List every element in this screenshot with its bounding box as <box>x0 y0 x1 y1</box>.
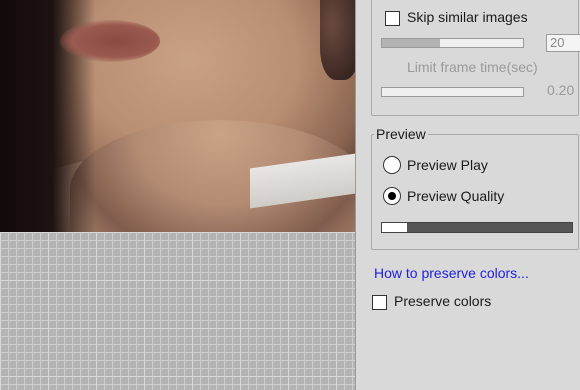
how-to-preserve-colors-link[interactable]: How to preserve colors... <box>374 265 529 281</box>
similarity-slider-fill <box>382 39 440 47</box>
preserve-colors-checkbox[interactable] <box>372 295 387 310</box>
preview-quality-label: Preview Quality <box>407 188 505 204</box>
preview-quality-slider[interactable] <box>381 222 573 233</box>
preview-quality-radio[interactable] <box>383 187 401 205</box>
preview-play-label: Preview Play <box>407 157 488 173</box>
transparency-grid <box>0 232 355 390</box>
options-panel: Skip similar images 20 Limit frame time(… <box>356 0 580 390</box>
similarity-value-field[interactable]: 20 <box>546 34 580 52</box>
skip-similar-checkbox[interactable] <box>385 11 400 26</box>
preview-quality-slider-fill <box>382 223 407 232</box>
preview-play-radio[interactable] <box>383 156 401 174</box>
preserve-colors-label: Preserve colors <box>394 293 492 309</box>
limit-frame-time-slider[interactable] <box>381 87 524 97</box>
image-preview-area <box>0 0 355 390</box>
limit-frame-time-label: Limit frame time(sec) <box>407 59 538 75</box>
radio-selected-dot <box>388 192 396 200</box>
preview-photo <box>0 0 355 232</box>
similarity-slider[interactable] <box>381 38 524 48</box>
skip-similar-label: Skip similar images <box>407 9 528 25</box>
preview-group-title: Preview <box>374 126 428 142</box>
limit-frame-time-value: 0.20 <box>547 82 575 98</box>
